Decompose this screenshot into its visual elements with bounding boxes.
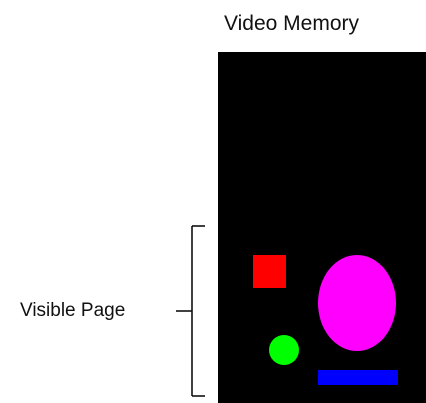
visible-page-bracket [176, 225, 205, 397]
magenta-ellipse [318, 255, 396, 351]
red-square [253, 255, 286, 288]
green-circle [269, 335, 299, 365]
video-memory-block [218, 52, 426, 403]
blue-bar [318, 370, 398, 385]
video-memory-diagram [176, 52, 426, 403]
